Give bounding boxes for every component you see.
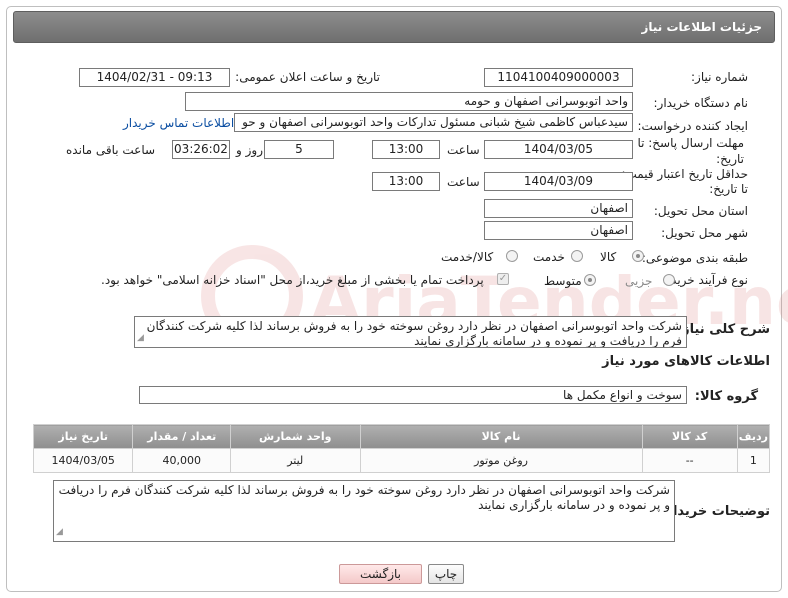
cell-item-name: روغن موتور (359, 448, 643, 473)
need-number-label: شماره نیاز: (691, 70, 748, 84)
table-header-row: ردیف کد کالا نام کالا واحد شمارش تعداد /… (32, 424, 771, 449)
col-row-number: ردیف (736, 424, 771, 449)
process-label: نوع فرآیند خرید : (663, 273, 748, 287)
process-medium-label: متوسط (544, 274, 582, 288)
cell-need-date: 1404/03/05 (32, 448, 134, 473)
print-button[interactable]: چاپ (428, 564, 464, 584)
creator-label: ایجاد کننده درخواست: (637, 119, 748, 133)
col-item-code: کد کالا (641, 424, 738, 449)
process-medium-radio[interactable] (584, 274, 596, 286)
goods-section-title: اطلاعات کالاهای مورد نیاز (602, 354, 770, 369)
cell-quantity: 40,000 (132, 448, 232, 473)
deadline-time-label: ساعت (447, 143, 480, 157)
process-minor-radio[interactable] (663, 274, 675, 286)
page-header: جزئیات اطلاعات نیاز (13, 11, 775, 43)
table-row[interactable]: 1 -- روغن موتور لیتر 40,000 1404/03/05 (32, 448, 771, 473)
creator-field[interactable]: سیدعباس کاظمی شیخ شبانی مسئول تدارکات وا… (234, 113, 633, 132)
city-label: شهر محل تحویل: (661, 226, 748, 240)
cell-unit: لیتر (230, 448, 361, 473)
category-both-radio[interactable] (506, 250, 518, 262)
buyer-contact-link[interactable]: اطلاعات تماس خریدار (123, 116, 234, 130)
deadline-label-date: تاریخ: (716, 152, 744, 166)
validity-label: حداقل تاریخ اعتبار قیمت: (621, 167, 748, 181)
announce-field[interactable]: 1404/02/31 - 09:13 (79, 68, 230, 87)
buyer-org-label: نام دستگاه خریدار: (653, 96, 749, 110)
deadline-label: مهلت ارسال پاسخ: تا (637, 136, 744, 150)
description-text: شرکت واحد اتوبوسرانی اصفهان در نظر دارد … (146, 319, 682, 348)
deadline-time-field[interactable]: 13:00 (372, 140, 440, 159)
buyer-org-field[interactable]: واحد اتوبوسرانی اصفهان و حومه (185, 92, 633, 111)
back-button[interactable]: بازگشت (339, 564, 422, 584)
description-label: شرح کلی نیاز: (676, 322, 770, 337)
announce-label: تاریخ و ساعت اعلان عمومی: (235, 70, 380, 84)
category-label: طبقه بندی موضوعی: (641, 251, 748, 265)
days-remaining-field[interactable]: 5 (264, 140, 334, 159)
province-field[interactable]: اصفهان (484, 199, 633, 218)
need-number-field[interactable]: 1104100409000003 (484, 68, 633, 87)
buyer-notes-label: توضیحات خریدار: (660, 504, 770, 519)
validity-date-field[interactable]: 1404/03/09 (484, 172, 633, 191)
category-service-radio[interactable] (571, 250, 583, 262)
category-service-label: خدمت (533, 250, 565, 264)
description-textarea[interactable]: شرکت واحد اتوبوسرانی اصفهان در نظر دارد … (134, 316, 687, 348)
goods-group-field[interactable]: سوخت و انواع مکمل ها (139, 386, 687, 404)
resize-grip-icon[interactable]: ◢ (56, 525, 63, 540)
category-goods-label: کالا (600, 250, 617, 264)
cell-item-code: -- (641, 448, 738, 473)
remaining-label: ساعت باقی مانده (66, 143, 156, 157)
col-quantity: تعداد / مقدار (132, 424, 232, 449)
col-item-name: نام کالا (359, 424, 643, 449)
buyer-notes-textarea[interactable]: شرکت واحد اتوبوسرانی اصفهان در نظر دارد … (53, 480, 675, 542)
validity-time-label: ساعت (447, 175, 480, 189)
province-label: استان محل تحویل: (653, 204, 748, 218)
process-minor-label: جزیی (625, 274, 653, 288)
col-need-date: تاریخ نیاز (32, 424, 134, 449)
payment-note: پرداخت تمام یا بخشی از مبلغ خرید،از محل … (101, 273, 484, 287)
validity-time-field[interactable]: 13:00 (372, 172, 440, 191)
goods-table: ردیف کد کالا نام کالا واحد شمارش تعداد /… (32, 424, 771, 473)
cell-row-number: 1 (736, 448, 771, 473)
category-goods-radio[interactable] (632, 250, 644, 262)
col-unit: واحد شمارش (230, 424, 361, 449)
validity-label-date: تا تاریخ: (709, 182, 748, 196)
goods-group-label: گروه کالا: (694, 389, 758, 404)
buyer-notes-text: شرکت واحد اتوبوسرانی اصفهان در نظر دارد … (58, 483, 670, 512)
days-label: روز و (236, 143, 263, 157)
category-both-label: کالا/خدمت (441, 250, 494, 264)
city-field[interactable]: اصفهان (484, 221, 633, 240)
remaining-time-field[interactable]: 03:26:02 (172, 140, 230, 159)
deadline-date-field[interactable]: 1404/03/05 (484, 140, 633, 159)
resize-grip-icon[interactable]: ◢ (137, 331, 144, 346)
treasury-checkbox[interactable]: ✓ (497, 273, 509, 285)
